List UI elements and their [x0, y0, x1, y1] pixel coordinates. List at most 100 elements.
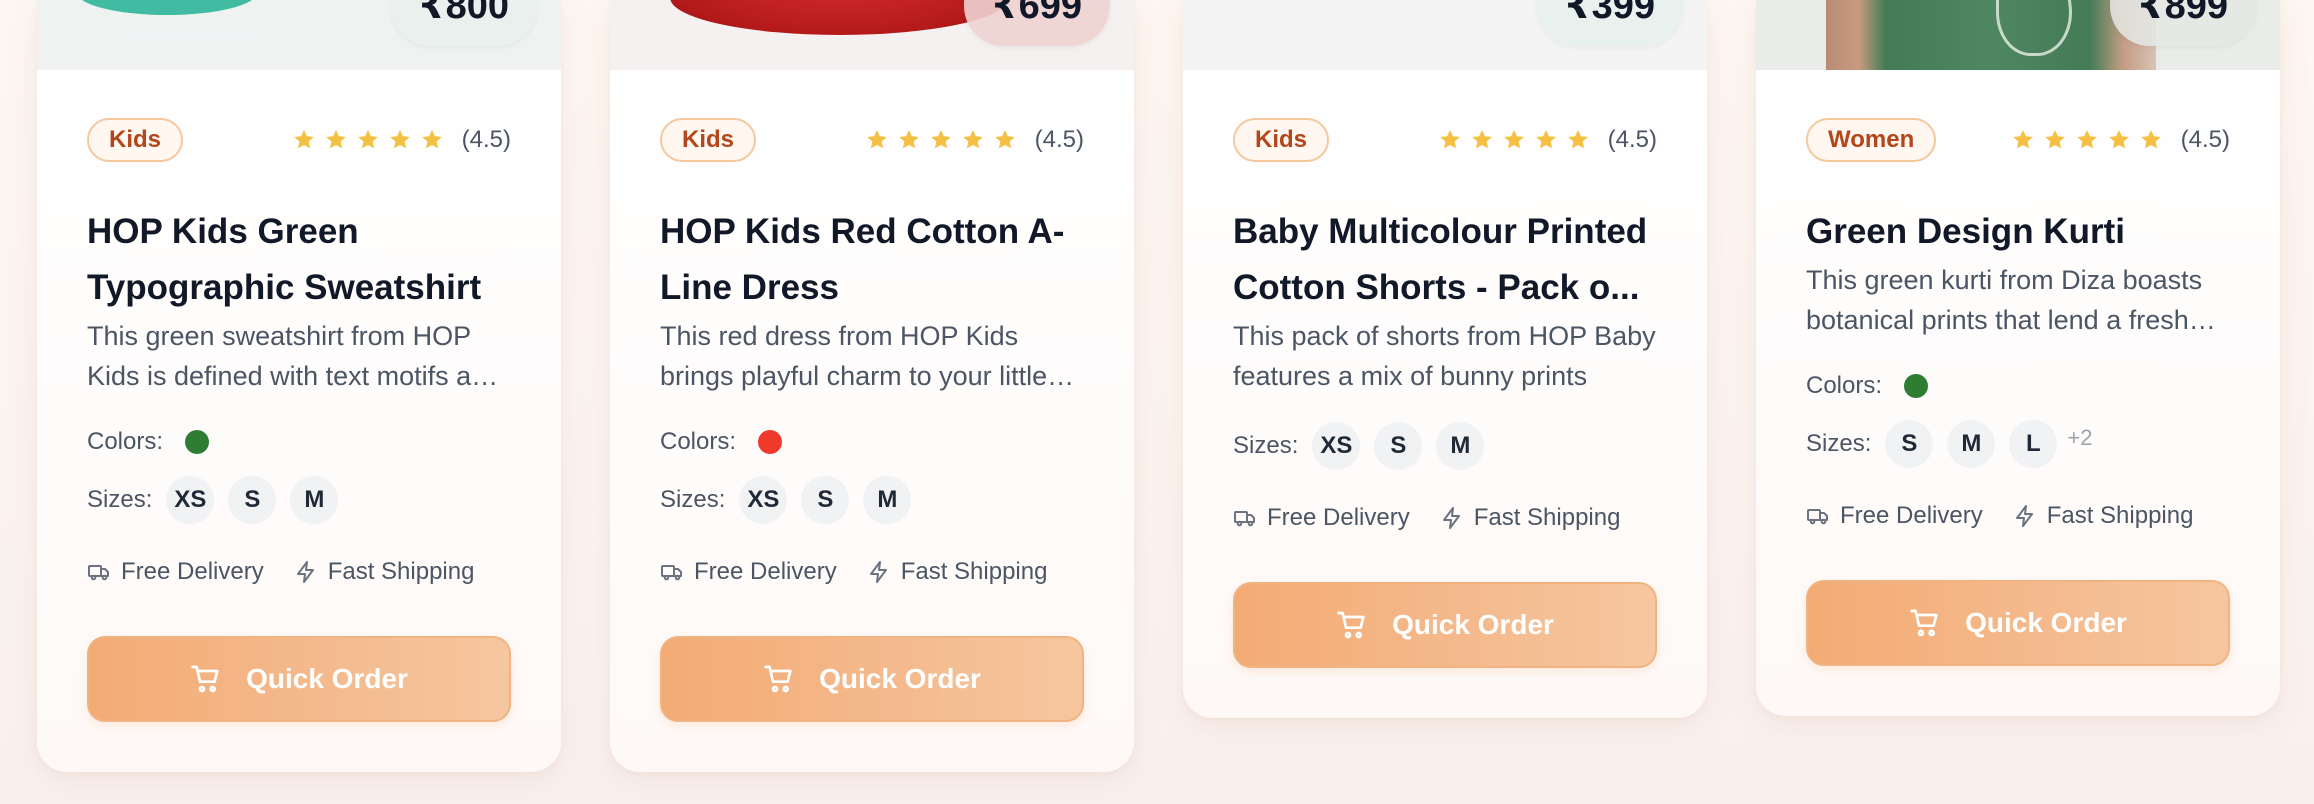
size-chip-m[interactable]: M — [1947, 420, 1996, 468]
features-row: Free Delivery Fast Shipping — [1233, 498, 1657, 538]
star-icon — [930, 130, 951, 149]
fast-shipping-label: Fast Shipping — [327, 558, 475, 585]
lightning-icon — [869, 561, 887, 583]
star-icon — [1471, 130, 1492, 149]
features-row: Free Delivery Fast Shipping — [87, 552, 511, 592]
lightning-icon — [296, 561, 314, 583]
product-image[interactable]: ₹399 — [1183, 0, 1707, 70]
cart-icon — [191, 665, 219, 693]
rating: (4.5) — [2011, 126, 2230, 154]
rating: (4.5) — [292, 126, 511, 154]
colors-label: Colors: — [1806, 372, 1883, 399]
product-description: This green sweatshirt from HOP Kids is d… — [87, 321, 502, 391]
colors-row: Colors: — [660, 422, 1084, 462]
star-icon — [994, 130, 1015, 149]
quick-order-label: Quick Order — [1392, 609, 1554, 640]
product-title[interactable]: Baby Multicolour Printed Cotton Shorts -… — [1233, 204, 1657, 316]
quick-order-label: Quick Order — [1965, 607, 2127, 638]
quick-order-button[interactable]: Quick Order — [87, 636, 511, 722]
star-icon — [389, 130, 410, 149]
size-chip-m[interactable]: M — [1436, 422, 1485, 470]
free-delivery: Free Delivery — [660, 558, 837, 586]
sizes-row: Sizes: XS S M — [1233, 422, 1657, 470]
size-chip-xs[interactable]: XS — [739, 476, 788, 524]
colors-label: Colors: — [660, 428, 737, 455]
rating-value: (4.5) — [2180, 126, 2230, 153]
lightning-icon — [1442, 507, 1460, 529]
star-icon — [898, 130, 919, 149]
rating-value: (4.5) — [1034, 126, 1084, 153]
product-description: This pack of shorts from HOP Baby featur… — [1233, 321, 1656, 391]
star-icon — [2076, 130, 2097, 149]
free-delivery: Free Delivery — [87, 558, 264, 586]
size-chip-s[interactable]: S — [801, 476, 850, 524]
truck-icon — [1234, 511, 1255, 527]
rating-value: (4.5) — [461, 126, 511, 153]
product-grid: ₹800 Kids (4.5) HOP Kids Green Typograph… — [37, 0, 2280, 772]
fast-shipping-label: Fast Shipping — [900, 558, 1048, 585]
fast-shipping: Fast Shipping — [867, 558, 1048, 586]
truck-icon — [88, 565, 109, 581]
star-icon — [962, 130, 983, 149]
size-chip-s[interactable]: S — [228, 476, 277, 524]
star-icon — [866, 130, 887, 149]
product-title[interactable]: Green Design Kurti — [1806, 204, 2230, 260]
star-icon — [357, 130, 378, 149]
fast-shipping-label: Fast Shipping — [2046, 502, 2194, 529]
quick-order-label: Quick Order — [819, 663, 981, 694]
sizes-row: Sizes: S M L +2 — [1806, 420, 2230, 468]
price-badge: ₹699 — [964, 0, 1110, 46]
colors-label: Colors: — [87, 428, 164, 455]
sizes-row: Sizes: XS S M — [87, 476, 511, 524]
product-title[interactable]: HOP Kids Green Typographic Sweatshirt — [87, 204, 511, 316]
product-image[interactable]: ₹899 — [1756, 0, 2280, 70]
rating: (4.5) — [865, 126, 1084, 154]
product-image[interactable]: ₹699 — [610, 0, 1134, 70]
size-chip-l[interactable]: L — [2009, 420, 2058, 468]
category-badge: Women — [1806, 118, 1937, 162]
fast-shipping: Fast Shipping — [1440, 504, 1620, 532]
sizes-row: Sizes: XS S M — [660, 476, 1084, 524]
product-card[interactable]: ₹399 Kids (4.5) Baby Multicolour Printed… — [1183, 0, 1707, 718]
size-chip-s[interactable]: S — [1374, 422, 1423, 470]
size-chip-m[interactable]: M — [863, 476, 912, 524]
star-icon — [1439, 130, 1460, 149]
sizes-label: Sizes: — [1233, 432, 1299, 459]
size-chip-m[interactable]: M — [290, 476, 339, 524]
product-card[interactable]: ₹699 Kids (4.5) HOP Kids Red Cotton A-Li… — [610, 0, 1134, 772]
quick-order-button[interactable]: Quick Order — [1806, 580, 2230, 666]
color-swatch-green[interactable] — [1904, 374, 1929, 398]
free-delivery: Free Delivery — [1806, 502, 1983, 530]
star-icon — [293, 130, 314, 149]
product-description: This green kurti from Diza boasts botani… — [1806, 265, 2203, 335]
cart-icon — [764, 665, 792, 693]
product-card[interactable]: ₹800 Kids (4.5) HOP Kids Green Typograph… — [37, 0, 561, 772]
star-icon — [2012, 130, 2033, 149]
star-icon — [2108, 130, 2129, 149]
size-chip-s[interactable]: S — [1885, 420, 1934, 468]
product-title[interactable]: HOP Kids Red Cotton A-Line Dress — [660, 204, 1084, 316]
more-sizes-count: +2 — [2067, 425, 2093, 450]
features-row: Free Delivery Fast Shipping — [660, 552, 1084, 592]
category-badge: Kids — [660, 118, 757, 162]
free-delivery: Free Delivery — [1233, 504, 1410, 532]
sizes-label: Sizes: — [1806, 430, 1872, 457]
star-icon — [2044, 130, 2065, 149]
product-image[interactable]: ₹800 — [37, 0, 561, 70]
rating: (4.5) — [1438, 126, 1657, 154]
size-chip-xs[interactable]: XS — [166, 476, 215, 524]
quick-order-button[interactable]: Quick Order — [660, 636, 1084, 722]
fast-shipping: Fast Shipping — [294, 558, 475, 586]
lightning-icon — [2015, 505, 2033, 527]
size-chip-xs[interactable]: XS — [1312, 422, 1361, 470]
product-card[interactable]: ₹899 Women (4.5) Green Design Kurti This… — [1756, 0, 2280, 716]
star-icon — [325, 130, 346, 149]
color-swatch-red[interactable] — [758, 430, 783, 454]
quick-order-label: Quick Order — [246, 663, 408, 694]
color-swatch-green[interactable] — [185, 430, 210, 454]
sizes-label: Sizes: — [660, 486, 726, 513]
quick-order-button[interactable]: Quick Order — [1233, 582, 1657, 668]
colors-row: Colors: — [87, 422, 511, 462]
star-icon — [1503, 130, 1524, 149]
colors-row: Colors: — [1806, 366, 2230, 406]
